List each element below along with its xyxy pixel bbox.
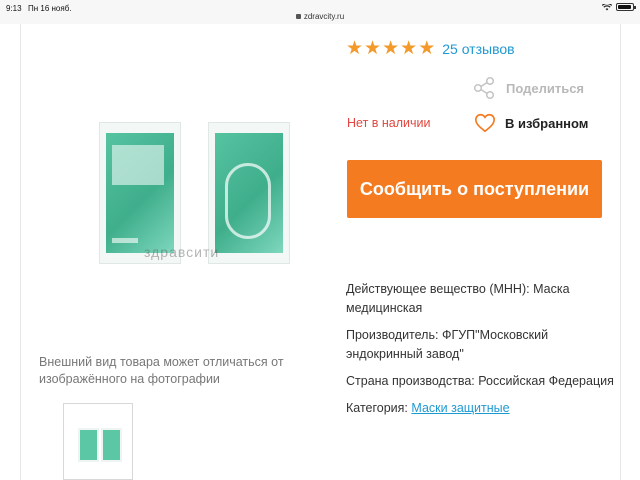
attribute-category: Категория: Маски защитные [346, 399, 616, 418]
notify-availability-button[interactable]: Сообщить о поступлении [347, 160, 602, 218]
share-icon [473, 76, 495, 100]
battery-icon [616, 3, 636, 11]
attribute-active-substance: Действующее вещество (МНН): Маска медици… [346, 280, 616, 318]
battery-level [618, 5, 631, 9]
star-icon: ★ [364, 38, 382, 59]
attribute-value: Российская Федерация [478, 374, 614, 388]
page-border-right [620, 24, 621, 480]
mask-pack-back [208, 122, 290, 264]
attribute-country: Страна производства: Российская Федераци… [346, 372, 616, 391]
share-label: Поделиться [506, 80, 585, 96]
star-icon: ★ [418, 38, 436, 59]
product-gallery: здравсити [30, 40, 320, 340]
address-bar[interactable]: zdravcity.ru [0, 12, 640, 21]
star-icon: ★ [382, 38, 400, 59]
attribute-label: Категория: [346, 401, 408, 415]
wifi-icon [602, 3, 612, 10]
attribute-label: Страна производства: [346, 374, 475, 388]
star-icon: ★ [346, 38, 364, 59]
lock-icon [295, 14, 301, 19]
favorite-button[interactable]: В избранном [474, 112, 588, 134]
product-rating: ★ ★ ★ ★ ★ 25 отзывов [346, 39, 515, 59]
stock-status: Нет в наличии [347, 116, 431, 130]
thumbnail-pack-front [78, 428, 99, 462]
image-disclaimer: Внешний вид товара может отличаться от и… [39, 355, 284, 386]
status-indicators [602, 3, 636, 11]
share-button[interactable]: Поделиться [472, 76, 584, 100]
attribute-manufacturer: Производитель: ФГУП"Московский эндокринн… [346, 326, 616, 364]
thumbnail-pack-back [101, 428, 122, 462]
address-url: zdravcity.ru [303, 12, 345, 21]
attribute-label: Производитель: [346, 328, 439, 342]
category-link[interactable]: Маски защитные [411, 401, 509, 415]
product-attributes: Действующее вещество (МНН): Маска медици… [346, 280, 616, 426]
attribute-label: Действующее вещество (МНН): [346, 282, 530, 296]
reviews-link[interactable]: 25 отзывов [442, 41, 514, 57]
heart-icon [475, 113, 495, 133]
image-watermark: здравсити [144, 244, 220, 260]
mask-pack-front [99, 122, 181, 264]
star-icon: ★ [400, 38, 418, 59]
gallery-thumbnail[interactable] [63, 403, 133, 480]
favorite-label: В избранном [505, 115, 589, 131]
page-border-left [20, 24, 21, 480]
status-bar: 9:13 Пн 16 нояб. zdravcity.ru [0, 0, 640, 24]
